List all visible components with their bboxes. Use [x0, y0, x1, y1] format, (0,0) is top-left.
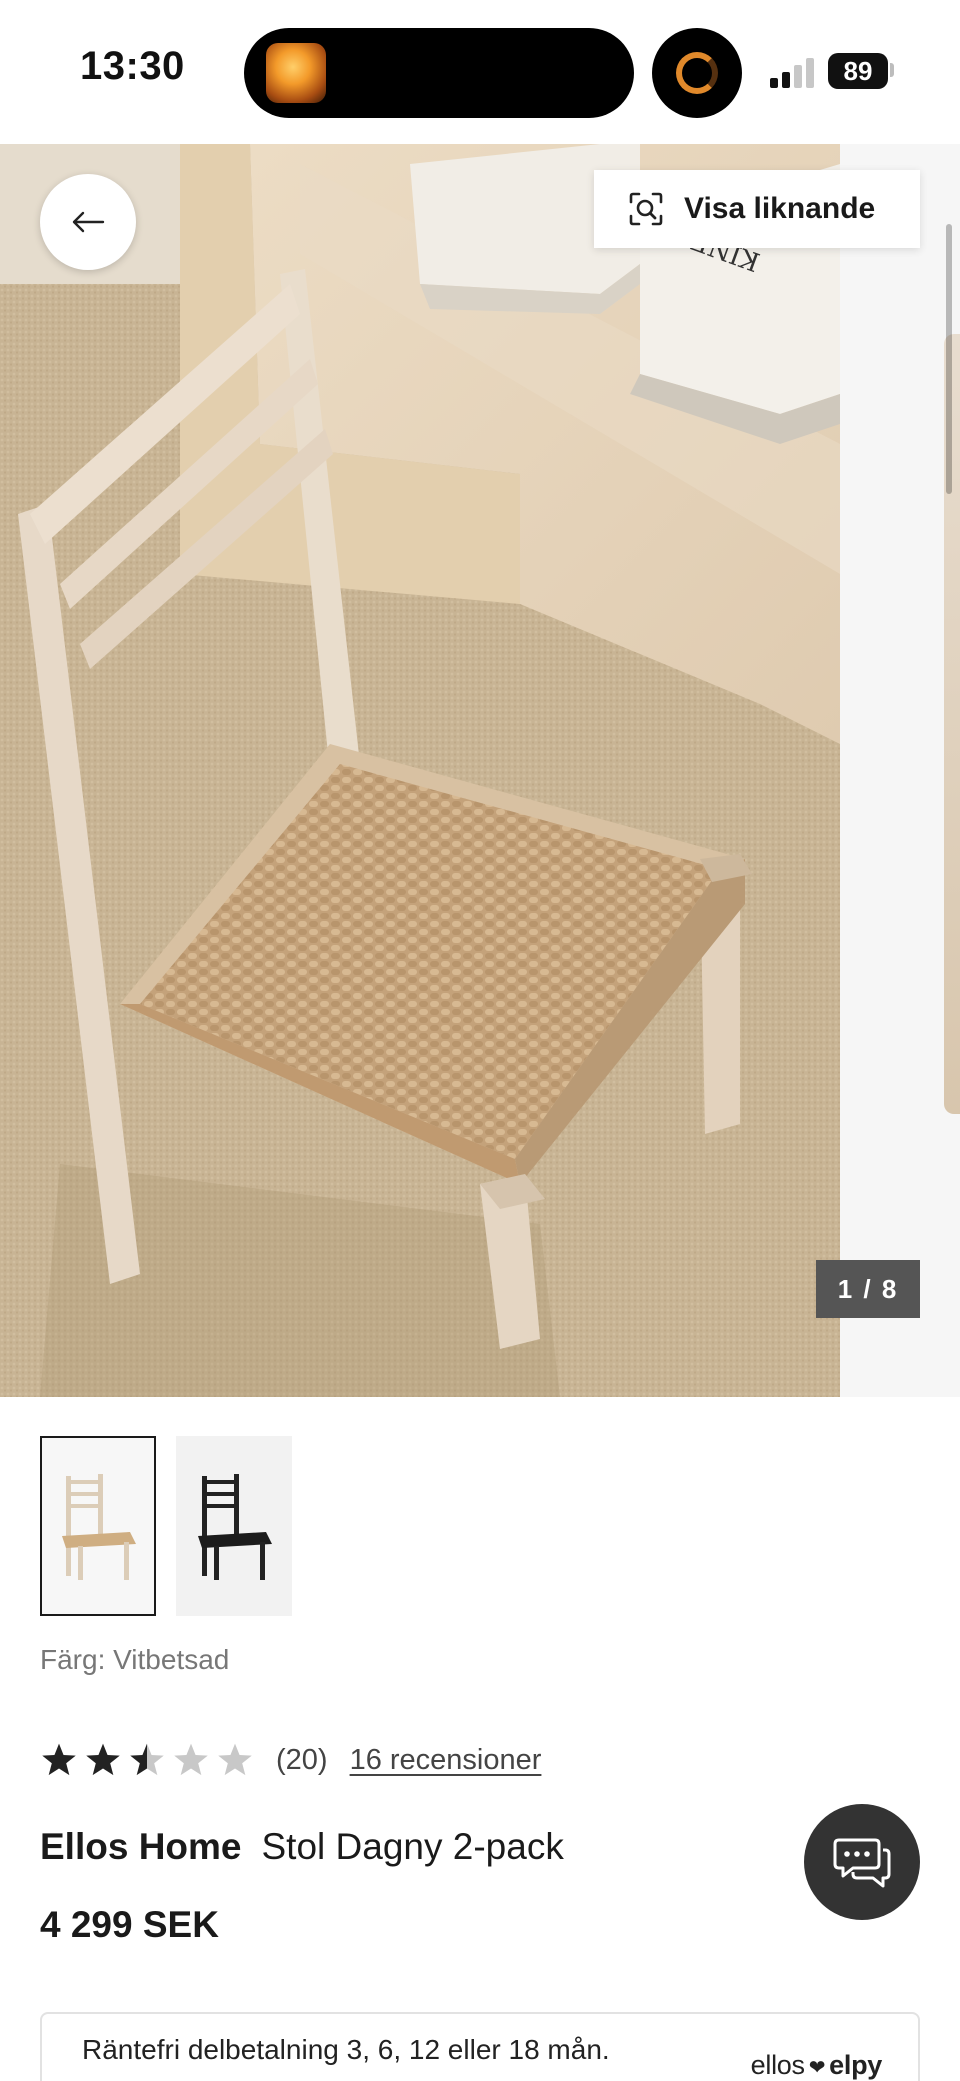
- star-half-icon: [130, 1743, 164, 1776]
- financing-info-box[interactable]: Räntefri delbetalning 3, 6, 12 eller 18 …: [40, 2012, 920, 2081]
- dynamic-island[interactable]: [244, 28, 634, 118]
- scrollbar: [946, 224, 952, 494]
- back-button[interactable]: [40, 174, 136, 270]
- chair-thumbnail-image: [62, 1474, 136, 1580]
- product-image-gallery[interactable]: KINFOLK: [0, 144, 960, 1397]
- visual-search-icon: [629, 192, 663, 226]
- color-thumbnail-vitbetsad[interactable]: [40, 1436, 156, 1616]
- rating-row: (20) 16 recensioner: [40, 1742, 541, 1778]
- star-full-icon: [42, 1743, 76, 1776]
- rating-count: (20): [276, 1743, 328, 1776]
- star-full-icon: [86, 1743, 120, 1776]
- cellular-signal-icon: [770, 56, 818, 88]
- star-empty-icon: [174, 1743, 208, 1776]
- chat-button[interactable]: [804, 1804, 920, 1920]
- visa-liknande-label: Visa liknande: [684, 192, 876, 225]
- status-bar: 13:30 89: [0, 0, 960, 144]
- star-empty-icon: [218, 1743, 252, 1776]
- product-page: 13:30 89 Visa liknande 1 / 8 Färg: Vitbe…: [0, 0, 960, 2081]
- color-label: Färg: Vitbetsad: [40, 1644, 230, 1675]
- color-thumbnail-svart[interactable]: [176, 1436, 292, 1616]
- financing-text: Räntefri delbetalning 3, 6, 12 eller 18 …: [82, 2034, 610, 2065]
- image-counter: 1 / 8: [816, 1260, 920, 1318]
- battery-icon: 89: [828, 53, 888, 89]
- chat-bubbles-icon: [833, 1838, 891, 1888]
- brand-name[interactable]: Ellos Home: [40, 1826, 242, 1867]
- now-playing-artwork: [266, 43, 326, 103]
- product-title: Ellos Home Stol Dagny 2-pack: [40, 1826, 564, 1868]
- reviews-link[interactable]: 16 recensioner: [350, 1744, 542, 1777]
- product-image-main: KINFOLK: [0, 144, 840, 1397]
- product-image-next[interactable]: [840, 144, 960, 1397]
- status-time: 13:30: [80, 44, 185, 88]
- arrow-left-icon: [72, 211, 105, 233]
- timer-icon[interactable]: [652, 28, 742, 118]
- visa-liknande-button[interactable]: Visa liknande: [594, 170, 920, 248]
- product-name: Stol Dagny 2-pack: [261, 1826, 564, 1867]
- heart-icon: ❤: [808, 2057, 826, 2079]
- chair-thumbnail-image: [198, 1474, 272, 1580]
- product-price: 4 299 SEK: [40, 1904, 219, 1945]
- ellos-elpy-logo: ellos ❤ elpy: [750, 2050, 883, 2080]
